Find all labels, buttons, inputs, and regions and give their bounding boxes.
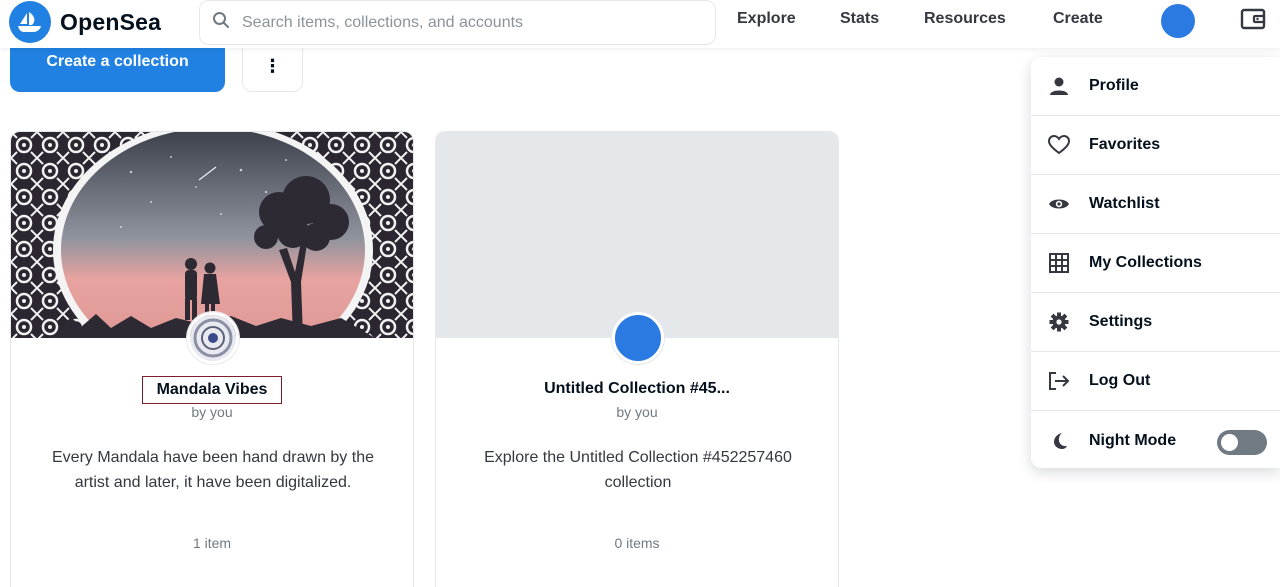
gear-icon <box>1048 311 1070 333</box>
collection-card[interactable]: Mandala Vibes by you Every Mandala have … <box>10 131 414 587</box>
nav-resources[interactable]: Resources <box>924 10 1006 28</box>
collection-owner: by you <box>616 404 658 420</box>
grid-icon <box>1048 252 1070 274</box>
collection-name[interactable]: Mandala Vibes <box>141 376 283 404</box>
profile-dropdown-menu: Profile Favorites Watchlist My Collectio… <box>1031 57 1280 468</box>
eye-icon <box>1048 193 1070 215</box>
menu-item-favorites[interactable]: Favorites <box>1031 116 1280 175</box>
menu-item-label: Favorites <box>1089 136 1161 153</box>
menu-item-profile[interactable]: Profile <box>1031 57 1280 116</box>
menu-item-label: Profile <box>1089 77 1139 94</box>
collection-description: Every Mandala have been hand drawn by th… <box>52 449 374 491</box>
collection-title-wrapper: Mandala Vibes <box>11 376 413 404</box>
toggle-knob <box>1221 434 1238 451</box>
menu-item-my-collections[interactable]: My Collections <box>1031 234 1280 293</box>
menu-item-log-out[interactable]: Log Out <box>1031 352 1280 411</box>
menu-item-label: Settings <box>1089 313 1153 330</box>
brand-name: OpenSea <box>60 8 162 35</box>
wallet-icon <box>1240 7 1266 36</box>
collection-description: Explore the Untitled Collection #4522574… <box>484 449 792 491</box>
menu-item-settings[interactable]: Settings <box>1031 293 1280 352</box>
search-icon <box>212 11 230 34</box>
nav-stats[interactable]: Stats <box>840 10 879 28</box>
collection-banner-image <box>11 132 413 338</box>
top-navigation: OpenSea Explore Stats Resources Create <box>0 0 1280 48</box>
collection-name[interactable]: Untitled Collection #45... <box>436 380 838 398</box>
heart-icon <box>1048 134 1070 156</box>
collection-banner-placeholder <box>436 132 838 338</box>
profile-avatar[interactable] <box>1161 4 1195 38</box>
collection-item-count: 1 item <box>192 535 232 551</box>
person-icon <box>1048 75 1070 97</box>
opensea-logo[interactable]: OpenSea <box>9 1 162 43</box>
menu-item-label: Log Out <box>1089 372 1151 389</box>
menu-item-label: Watchlist <box>1089 195 1160 212</box>
wallet-button[interactable] <box>1238 6 1268 36</box>
logout-icon <box>1048 370 1070 392</box>
collection-avatar <box>612 312 664 364</box>
menu-item-watchlist[interactable]: Watchlist <box>1031 175 1280 234</box>
night-mode-toggle[interactable] <box>1217 430 1267 455</box>
collection-owner: by you <box>191 404 233 420</box>
menu-item-label: Night Mode <box>1089 431 1177 449</box>
opensea-logo-icon <box>9 1 51 43</box>
search-bar[interactable] <box>199 0 716 45</box>
nav-explore[interactable]: Explore <box>737 10 796 28</box>
collection-item-count: 0 items <box>614 535 660 551</box>
menu-item-label: My Collections <box>1089 254 1202 271</box>
moon-icon <box>1048 430 1070 452</box>
collection-card[interactable]: Untitled Collection #45... by you Explor… <box>435 131 839 587</box>
search-input[interactable] <box>242 13 682 32</box>
nav-create[interactable]: Create <box>1053 10 1103 28</box>
menu-item-night-mode: Night Mode <box>1031 411 1280 470</box>
collection-avatar <box>187 312 239 364</box>
